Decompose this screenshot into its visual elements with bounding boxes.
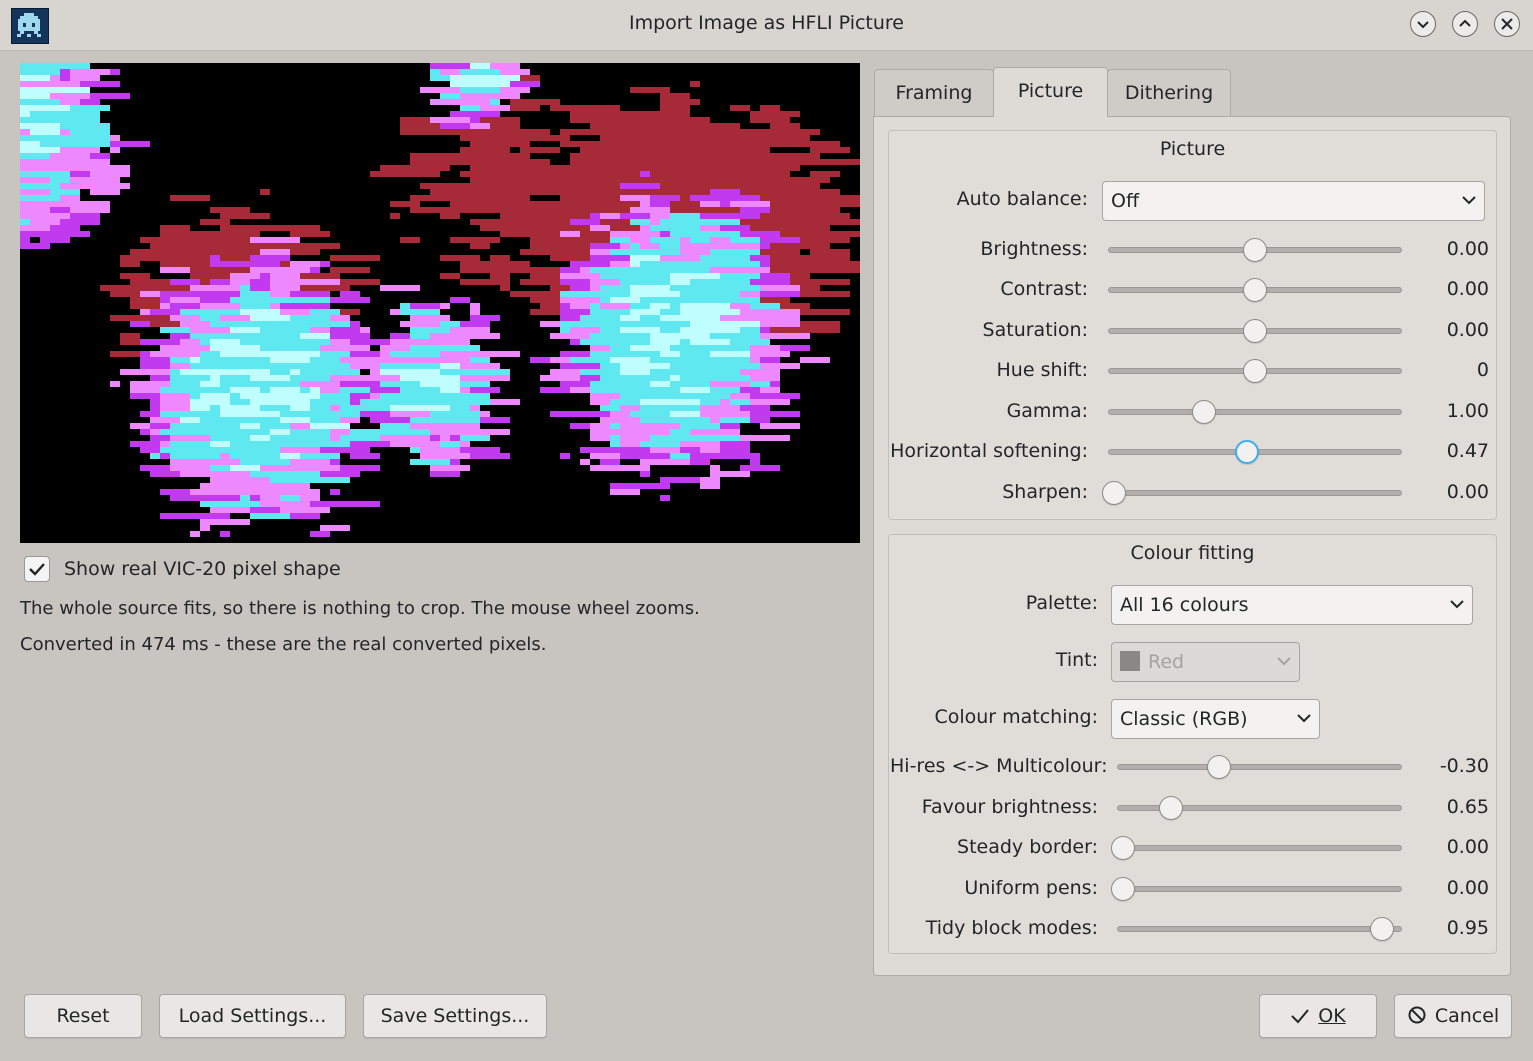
saturation-value: 0.00 [1446,319,1489,341]
minimize-button[interactable] [1410,11,1436,37]
load-settings-button[interactable]: Load Settings... [159,994,346,1038]
steady-border-slider-handle[interactable] [1111,836,1135,860]
close-button[interactable] [1494,11,1520,37]
horizontal-softening-slider-handle[interactable] [1234,440,1259,464]
favour-brightness-slider-handle[interactable] [1158,796,1183,820]
favour-brightness-label: Favour brightness: [921,796,1098,818]
auto-balance-value: Off [1111,190,1140,212]
saturation-label: Saturation: [982,319,1088,341]
chevron-down-icon [1450,600,1464,609]
uniform-pens-label: Uniform pens: [964,877,1098,899]
tab-picture[interactable]: Picture [993,67,1108,117]
colour-matching-label: Colour matching: [934,706,1098,728]
chevron-down-icon [1277,657,1291,666]
colour-matching-combo[interactable]: Classic (RGB) [1111,699,1320,739]
tint-color-swatch [1120,651,1140,671]
checkmark-icon [29,563,45,576]
favour-brightness-value: 0.65 [1446,796,1489,818]
horizontal-softening-label: Horizontal softening: [890,440,1088,462]
uniform-pens-slider-handle[interactable] [1111,877,1135,901]
gamma-value: 1.00 [1446,400,1489,422]
chevron-down-icon [1417,21,1429,29]
tint-combo[interactable]: Red [1111,642,1300,682]
crop-info-text: The whole source fits, so there is nothi… [20,598,700,619]
hue-shift-value: 0 [1476,359,1489,381]
ok-button[interactable]: OK [1259,994,1377,1038]
sharpen-value: 0.00 [1446,481,1489,503]
sharpen-label: Sharpen: [1002,481,1088,503]
hi-res-multicolour-label: Hi-res <-> Multicolour: [890,755,1108,777]
steady-border-value: 0.00 [1446,836,1489,858]
cancel-icon [1408,1006,1426,1024]
tidy-block-modes-slider[interactable] [1117,926,1402,932]
chevron-down-icon [1462,196,1476,205]
colour-fitting-title: Colour fitting [1130,542,1255,564]
brightness-slider-handle[interactable] [1243,238,1267,262]
maximize-button[interactable] [1452,11,1478,37]
ok-label: OK [1318,1005,1346,1027]
close-icon [1501,18,1513,30]
hi-res-multicolour-value: -0.30 [1439,755,1489,777]
picture-group-title: Picture [1159,138,1226,160]
uniform-pens-slider[interactable] [1117,886,1402,892]
tidy-block-modes-value: 0.95 [1446,917,1489,939]
saturation-slider-handle[interactable] [1243,319,1267,343]
brightness-label: Brightness: [980,238,1088,260]
image-preview[interactable] [20,63,860,543]
uniform-pens-value: 0.00 [1446,877,1489,899]
converted-image [20,63,860,537]
cancel-label: Cancel [1434,1005,1500,1027]
title-bar: Import Image as HFLI Picture [0,0,1533,51]
cancel-button[interactable]: Cancel [1394,994,1512,1038]
hi-res-multicolour-slider-handle[interactable] [1206,755,1231,779]
gamma-slider[interactable] [1108,409,1402,415]
brightness-value: 0.00 [1446,238,1489,260]
steady-border-slider[interactable] [1117,845,1402,851]
steady-border-label: Steady border: [957,836,1098,858]
save-settings-button[interactable]: Save Settings... [363,994,547,1038]
tint-label: Tint: [1055,649,1098,671]
palette-label: Palette: [1025,592,1098,614]
sharpen-slider-handle[interactable] [1102,481,1126,505]
tidy-block-modes-label: Tidy block modes: [925,917,1098,939]
colour-matching-value: Classic (RGB) [1120,708,1248,730]
contrast-value: 0.00 [1446,278,1489,300]
tab-dithering[interactable]: Dithering [1107,69,1231,116]
reset-button[interactable]: Reset [24,994,142,1038]
auto-balance-label: Auto balance: [956,188,1088,210]
palette-value: All 16 colours [1120,594,1249,616]
contrast-label: Contrast: [1000,278,1088,300]
contrast-slider-handle[interactable] [1243,278,1267,302]
horizontal-softening-value: 0.47 [1446,440,1489,462]
tint-value: Red [1148,651,1185,673]
tab-framing[interactable]: Framing [874,69,994,116]
window-title: Import Image as HFLI Picture [628,12,904,34]
sharpen-slider[interactable] [1108,490,1402,496]
chevron-down-icon [1297,714,1311,723]
chevron-up-icon [1459,19,1471,27]
auto-balance-combo[interactable]: Off [1102,181,1485,221]
show-pixel-shape-checkbox[interactable] [24,556,50,582]
hue-shift-label: Hue shift: [996,359,1088,381]
hue-shift-slider-handle[interactable] [1243,359,1267,383]
checkmark-icon [1291,1009,1310,1024]
hi-res-multicolour-slider[interactable] [1117,764,1402,770]
show-pixel-shape-label: Show real VIC-20 pixel shape [64,558,341,580]
palette-combo[interactable]: All 16 colours [1111,585,1473,625]
gamma-label: Gamma: [1006,400,1088,422]
convert-info-text: Converted in 474 ms - these are the real… [20,634,547,655]
